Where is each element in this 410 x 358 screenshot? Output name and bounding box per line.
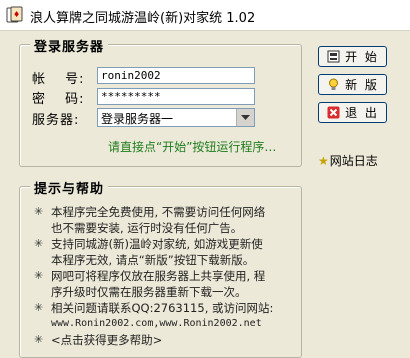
help-group-title: 提示与帮助 [30,178,109,197]
asterisk-icon: ✳ [34,205,44,218]
new-version-button-label: 新 版 [345,78,379,92]
login-group: 登录服务器 帐 号: ronin2002 密 码: ********* 服务器:… [19,36,302,167]
server-select-value: 登录服务器一 [101,112,174,126]
help-item-line: 也不需要安装, 运行时没有任何广告。 [51,221,243,235]
help-list: ✳ 本程序完全免费使用, 不需要访问任何网络 也不需要安装, 运行时没有任何广告… [32,204,297,348]
help-item: ✳ 支持同城游(新)温岭对家统, 如游戏更新使 本程序无效, 请点“新版”按钮下… [32,236,297,268]
help-group: 提示与帮助 ✳ 本程序完全免费使用, 不需要访问任何网络 也不需要安装, 运行时… [19,178,302,358]
svg-text:♦: ♦ [13,10,20,19]
start-hint: 请直接点“开始”按钮运行程序… [108,140,277,154]
close-icon [326,106,340,120]
app-card-icon: ♦ [6,6,24,24]
help-item-line: 相关问题请联系QQ:2763115, 或访问网站: [51,301,274,315]
play-icon [326,50,340,64]
username-label: 帐 号: [32,72,85,87]
asterisk-icon: ✳ [34,333,44,346]
more-help-link[interactable]: <点击获得更多帮助> [51,332,297,348]
star-icon: ★ [318,153,329,168]
start-button-label: 开 始 [345,50,379,64]
server-label: 服务器: [32,113,80,128]
help-item-line: 本程序完全免费使用, 不需要访问任何网络 [51,205,266,219]
title-bar[interactable]: ♦ 浪人算牌之同城游温岭(新)对家统 1.02 [0,0,410,31]
asterisk-icon: ✳ [34,301,44,314]
start-button[interactable]: 开 始 [318,46,387,67]
help-item: ✳ 网吧可将程序仅放在服务器上共享使用, 程 序升级时仅需在服务器重新下载一次。 [32,268,297,300]
login-group-title: 登录服务器 [30,36,109,55]
site-log-label: 网站日志 [329,154,378,168]
password-label: 密 码: [32,92,85,107]
username-input[interactable]: ronin2002 [97,67,255,84]
password-input[interactable]: ********* [97,88,255,105]
lightbulb-icon [326,78,340,92]
help-item-line: 支持同城游(新)温岭对家统, 如游戏更新使 [51,237,263,251]
main-window: ♦ 浪人算牌之同城游温岭(新)对家统 1.02 登录服务器 帐 号: ronin… [0,0,410,358]
chevron-down-icon[interactable] [236,109,254,126]
help-website-links[interactable]: www.Ronin2002.com,www.Ronin2002.net [51,316,297,332]
asterisk-icon: ✳ [34,237,44,250]
help-item: ✳ 本程序完全免费使用, 不需要访问任何网络 也不需要安装, 运行时没有任何广告… [32,204,297,236]
exit-button[interactable]: 退 出 [318,102,387,123]
help-item: ✳ 相关问题请联系QQ:2763115, 或访问网站: www.Ronin200… [32,300,297,332]
exit-button-label: 退 出 [345,106,379,120]
help-item-line: 序升级时仅需在服务器重新下载一次。 [51,285,247,299]
new-version-button[interactable]: 新 版 [318,74,387,95]
help-item-line: 网吧可将程序仅放在服务器上共享使用, 程 [51,269,266,283]
site-log-link[interactable]: ★ 网站日志 [318,152,378,169]
window-title: 浪人算牌之同城游温岭(新)对家统 1.02 [30,11,256,26]
help-item[interactable]: ✳ <点击获得更多帮助> [32,332,297,348]
asterisk-icon: ✳ [34,269,44,282]
help-item-line: 本程序无效, 请点“新版”按钮下载新版。 [51,253,255,267]
server-select[interactable]: 登录服务器一 [97,108,255,127]
